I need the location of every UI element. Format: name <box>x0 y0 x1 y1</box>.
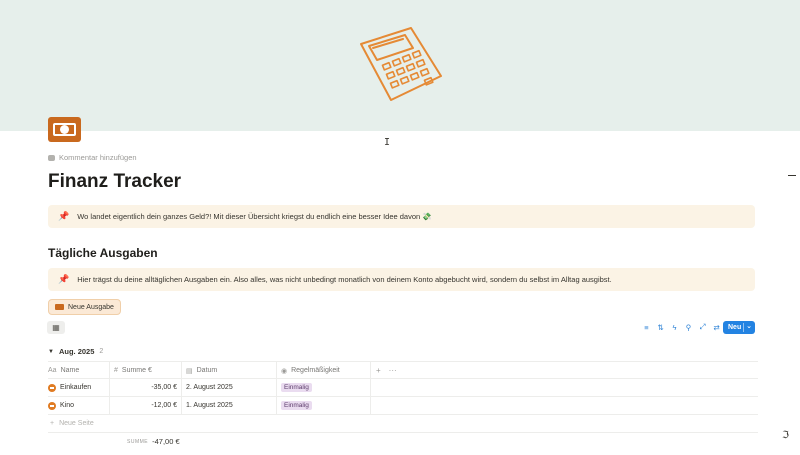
outline-marker[interactable] <box>788 175 796 176</box>
pushpin-icon: 📌 <box>58 211 70 221</box>
column-header-label: Regelmäßigkeit <box>291 367 340 374</box>
new-row-button[interactable]: + Neue Seite <box>48 415 758 433</box>
pushpin-icon: 📌 <box>58 274 70 284</box>
cell-name[interactable]: Einkaufen <box>48 379 109 396</box>
lightning-icon[interactable]: ϟ <box>670 323 679 332</box>
regularity-tag: Einmalig <box>281 383 312 392</box>
calendar-icon: ▤ <box>186 367 193 375</box>
add-column-icon[interactable]: + <box>376 366 381 375</box>
info-callout-text: Hier trägst du deine alltäglichen Ausgab… <box>77 275 612 284</box>
regularity-tag: Einmalig <box>281 401 312 410</box>
minus-circle-icon <box>48 383 56 392</box>
cell-sum[interactable]: -12,00 € <box>109 397 181 414</box>
new-button-label: Neu <box>728 324 742 331</box>
cell-date[interactable]: 2. August 2025 <box>181 379 276 396</box>
column-header-label: Summe € <box>121 367 152 374</box>
new-expense-button[interactable]: Neue Ausgabe <box>48 299 121 315</box>
column-header-sum[interactable]: # Summe € <box>109 362 181 379</box>
minus-circle-icon <box>48 401 56 410</box>
new-expense-label: Neue Ausgabe <box>68 303 114 311</box>
column-header-label: Datum <box>196 367 218 374</box>
money-bill-icon <box>55 304 64 310</box>
text-cursor-icon: I <box>384 137 391 148</box>
sum-label: SUMME <box>127 438 149 445</box>
table-row[interactable]: Kino -12,00 € 1. August 2025 Einmalig <box>48 397 758 415</box>
collapse-triangle-icon[interactable]: ▼ <box>48 349 54 355</box>
column-header-label: Name <box>60 367 80 374</box>
group-header[interactable]: ▼ Aug. 2025 2 <box>48 347 103 356</box>
new-row-label: Neue Seite <box>59 420 94 427</box>
expand-icon[interactable]: ⤢ <box>698 322 707 332</box>
comment-icon <box>48 154 55 161</box>
database-toolbar: ≡ ⇅ ϟ ⚲ ⤢ ⇄ <box>642 322 721 332</box>
column-header-regularity[interactable]: ◉ Regelmäßigkeit <box>276 362 371 379</box>
row-name: Einkaufen <box>60 384 92 391</box>
help-icon[interactable]: ℑ <box>782 430 789 441</box>
new-button-divider <box>743 323 744 332</box>
money-bill-icon[interactable] <box>48 117 81 142</box>
add-comment-button[interactable]: Kommentar hinzufügen <box>48 153 137 162</box>
page-cover[interactable] <box>0 0 800 131</box>
new-button[interactable]: Neu ⌄ <box>723 321 755 334</box>
cell-name[interactable]: Kino <box>48 397 109 414</box>
cell-regularity[interactable]: Einmalig <box>276 379 371 396</box>
row-name: Kino <box>60 402 75 409</box>
column-header-date[interactable]: ▤ Datum <box>181 362 276 379</box>
group-name: Aug. 2025 <box>58 347 95 356</box>
calculator-icon <box>360 27 442 101</box>
sort-icon[interactable]: ⇅ <box>656 323 665 332</box>
select-icon: ◉ <box>281 367 288 375</box>
hash-icon: # <box>114 367 118 374</box>
plus-icon: + <box>50 420 55 427</box>
table-view-tab[interactable]: ▦ <box>47 321 65 334</box>
sum-footer[interactable]: SUMME -47,00 € <box>127 437 180 446</box>
cell-date[interactable]: 1. August 2025 <box>181 397 276 414</box>
column-actions: + ··· <box>373 362 413 379</box>
intro-callout[interactable]: 📌 Wo landet eigentlich dein ganzes Geld?… <box>48 205 755 228</box>
table-row[interactable]: Einkaufen -35,00 € 2. August 2025 Einmal… <box>48 379 758 397</box>
add-comment-label: Kommentar hinzufügen <box>59 153 137 162</box>
info-callout[interactable]: 📌 Hier trägst du deine alltäglichen Ausg… <box>48 268 755 291</box>
intro-callout-text: Wo landet eigentlich dein ganzes Geld?! … <box>77 212 432 221</box>
settings-icon[interactable]: ⇄ <box>712 323 721 332</box>
sum-value: -47,00 € <box>152 437 180 446</box>
column-header-name[interactable]: Aa Name <box>48 362 109 379</box>
cell-sum[interactable]: -35,00 € <box>109 379 181 396</box>
page-title[interactable]: Finanz Tracker <box>48 171 181 193</box>
table-icon: ▦ <box>52 323 60 332</box>
filter-icon[interactable]: ≡ <box>642 323 651 332</box>
text-icon: Aa <box>48 367 57 374</box>
group-count: 2 <box>99 348 104 355</box>
cell-regularity[interactable]: Einmalig <box>276 397 371 414</box>
section-heading[interactable]: Tägliche Ausgaben <box>48 246 158 260</box>
more-options-icon[interactable]: ··· <box>389 366 397 375</box>
table-header-row: Aa Name # Summe € ▤ Datum ◉ Regelmäßigke… <box>48 361 758 379</box>
chevron-down-icon[interactable]: ⌄ <box>746 322 752 330</box>
expenses-table: Aa Name # Summe € ▤ Datum ◉ Regelmäßigke… <box>48 361 758 433</box>
money-bill-coin <box>60 125 69 134</box>
search-icon[interactable]: ⚲ <box>684 323 693 332</box>
